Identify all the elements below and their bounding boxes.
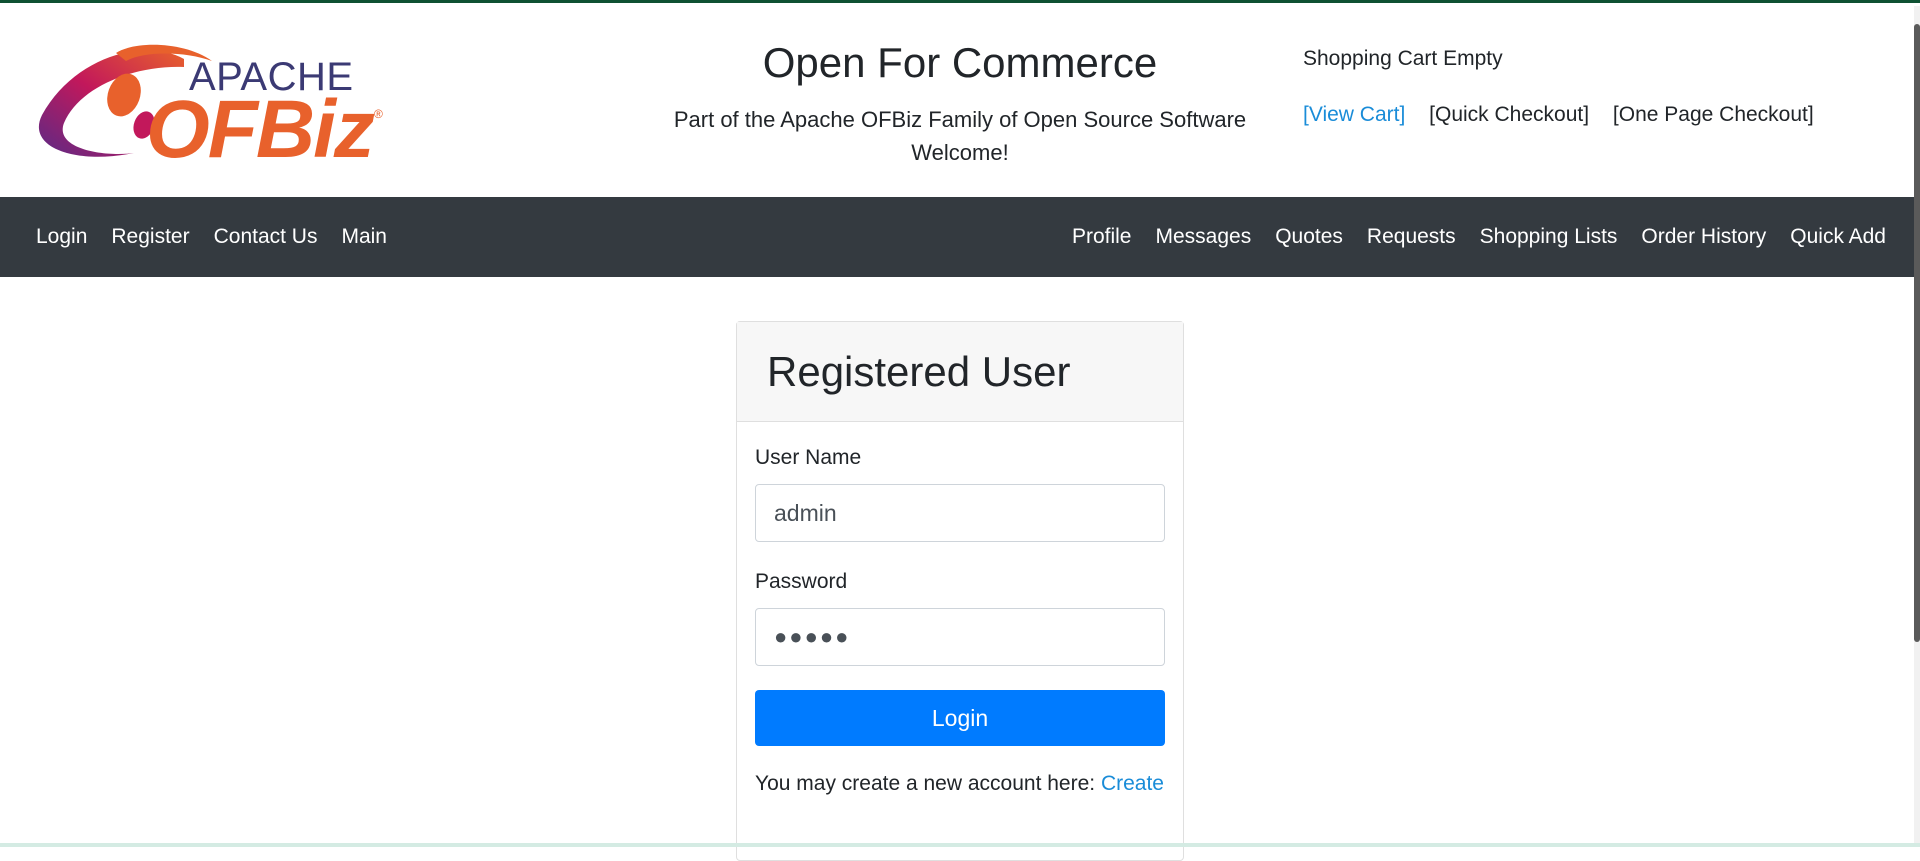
login-card-body: User Name admin Password ●●●●● Login You… bbox=[737, 422, 1183, 820]
nav-item-quick-add[interactable]: Quick Add bbox=[1790, 225, 1886, 249]
nav-left: Login Register Contact Us Main bbox=[36, 197, 411, 277]
site-subtitle: Part of the Apache OFBiz Family of Open … bbox=[640, 103, 1280, 169]
nav-item-login[interactable]: Login bbox=[36, 225, 87, 249]
create-account-text: You may create a new account here: bbox=[755, 772, 1096, 795]
nav-item-quotes[interactable]: Quotes bbox=[1275, 225, 1343, 249]
nav-item-profile[interactable]: Profile bbox=[1072, 225, 1132, 249]
nav-item-messages[interactable]: Messages bbox=[1155, 225, 1251, 249]
nav-right: Profile Messages Quotes Requests Shoppin… bbox=[1048, 197, 1886, 277]
main-navbar: Login Register Contact Us Main Profile M… bbox=[0, 197, 1916, 277]
nav-item-contact-us[interactable]: Contact Us bbox=[214, 225, 318, 249]
create-account-prompt: You may create a new account here: Creat… bbox=[755, 772, 1165, 796]
page-scrollbar[interactable] bbox=[1914, 6, 1920, 847]
nav-item-register[interactable]: Register bbox=[111, 225, 189, 249]
view-cart-link[interactable]: [View Cart] bbox=[1303, 103, 1405, 126]
scrollbar-thumb[interactable] bbox=[1914, 24, 1920, 642]
nav-item-shopping-lists[interactable]: Shopping Lists bbox=[1480, 225, 1618, 249]
one-page-checkout-link[interactable]: [One Page Checkout] bbox=[1613, 103, 1814, 126]
cart-status: Shopping Cart Empty bbox=[1303, 47, 1503, 70]
site-header: APACHE OFBiz ® Open For Commerce Part of… bbox=[0, 3, 1920, 194]
nav-item-main[interactable]: Main bbox=[341, 225, 387, 249]
nav-item-order-history[interactable]: Order History bbox=[1641, 225, 1766, 249]
quick-checkout-link[interactable]: [Quick Checkout] bbox=[1429, 103, 1589, 126]
username-label: User Name bbox=[755, 446, 862, 469]
welcome-text: Welcome! bbox=[911, 140, 1009, 165]
cart-links: [View Cart] [Quick Checkout] [One Page C… bbox=[1303, 103, 1832, 127]
ofbiz-logo[interactable]: APACHE OFBiz ® bbox=[34, 37, 394, 175]
password-input[interactable]: ●●●●● bbox=[755, 608, 1165, 666]
logo-ofbiz-text: OFBiz bbox=[146, 84, 375, 175]
login-card: Registered User User Name admin Password… bbox=[736, 321, 1184, 861]
login-button[interactable]: Login bbox=[755, 690, 1165, 746]
site-title: Open For Commerce bbox=[762, 39, 1158, 86]
subtitle-text: Part of the Apache OFBiz Family of Open … bbox=[673, 107, 1247, 132]
create-account-link[interactable]: Create bbox=[1101, 772, 1164, 795]
nav-item-requests[interactable]: Requests bbox=[1367, 225, 1456, 249]
logo-registered-mark: ® bbox=[374, 107, 383, 121]
username-input[interactable]: admin bbox=[755, 484, 1165, 542]
password-label: Password bbox=[755, 570, 848, 593]
login-card-title: Registered User bbox=[737, 322, 1183, 422]
